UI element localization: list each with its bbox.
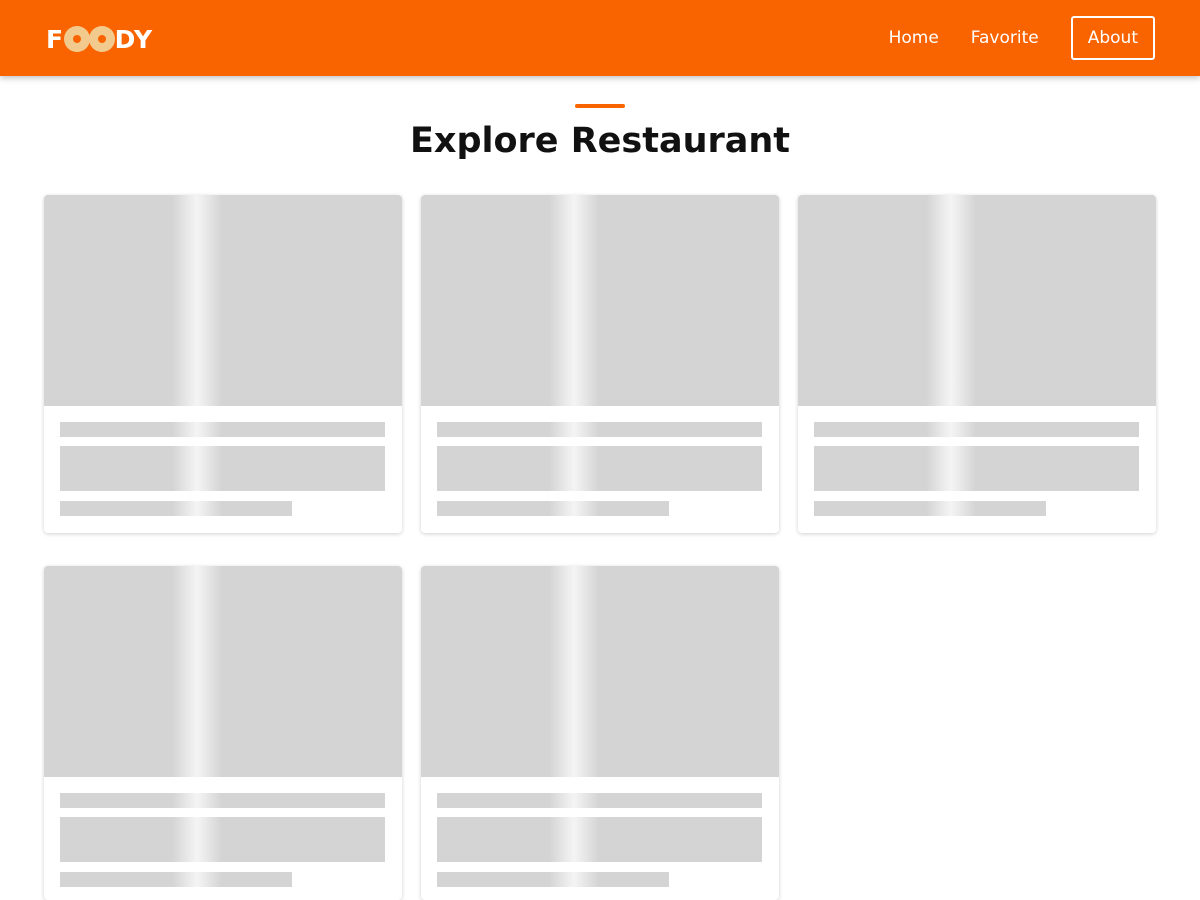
card-image-placeholder bbox=[421, 195, 779, 406]
page-title: Explore Restaurant bbox=[409, 121, 791, 161]
nav-about-link[interactable]: About bbox=[1070, 16, 1155, 60]
restaurant-card-skeleton[interactable] bbox=[44, 195, 402, 533]
main-nav: Home Favorite About bbox=[873, 16, 1155, 60]
card-text-placeholder bbox=[437, 446, 762, 491]
card-image-placeholder bbox=[798, 195, 1156, 406]
card-text-placeholder bbox=[814, 422, 1139, 437]
card-text-placeholder bbox=[60, 501, 292, 516]
title-accent-bar bbox=[575, 104, 625, 108]
card-text-placeholder bbox=[814, 501, 1046, 516]
restaurant-card-skeleton[interactable] bbox=[421, 566, 779, 900]
app-header: F DY Home Favorite About bbox=[0, 0, 1200, 76]
card-text-placeholder bbox=[437, 817, 762, 862]
card-text-placeholder bbox=[60, 817, 385, 862]
card-text-placeholder bbox=[437, 501, 669, 516]
restaurant-card-skeleton[interactable] bbox=[798, 195, 1156, 533]
card-image-placeholder bbox=[44, 195, 402, 406]
nav-favorite-link[interactable]: Favorite bbox=[955, 16, 1055, 60]
donut-icon bbox=[63, 26, 90, 52]
card-text-placeholder bbox=[60, 446, 385, 491]
brand-logo[interactable]: F DY bbox=[46, 22, 153, 56]
nav-home-link[interactable]: Home bbox=[873, 16, 955, 60]
donut-icon bbox=[88, 26, 115, 52]
card-image-placeholder bbox=[44, 566, 402, 777]
card-text-placeholder bbox=[437, 793, 762, 808]
restaurant-card-skeleton[interactable] bbox=[421, 195, 779, 533]
card-text-placeholder bbox=[60, 422, 385, 437]
card-text-placeholder bbox=[60, 793, 385, 808]
card-text-placeholder bbox=[437, 422, 762, 437]
card-text-placeholder bbox=[814, 446, 1139, 491]
card-image-placeholder bbox=[421, 566, 779, 777]
brand-suffix: DY bbox=[114, 24, 153, 54]
card-text-placeholder bbox=[437, 872, 669, 887]
restaurant-card-skeleton[interactable] bbox=[44, 566, 402, 900]
brand-prefix: F bbox=[46, 24, 64, 54]
card-text-placeholder bbox=[60, 872, 292, 887]
